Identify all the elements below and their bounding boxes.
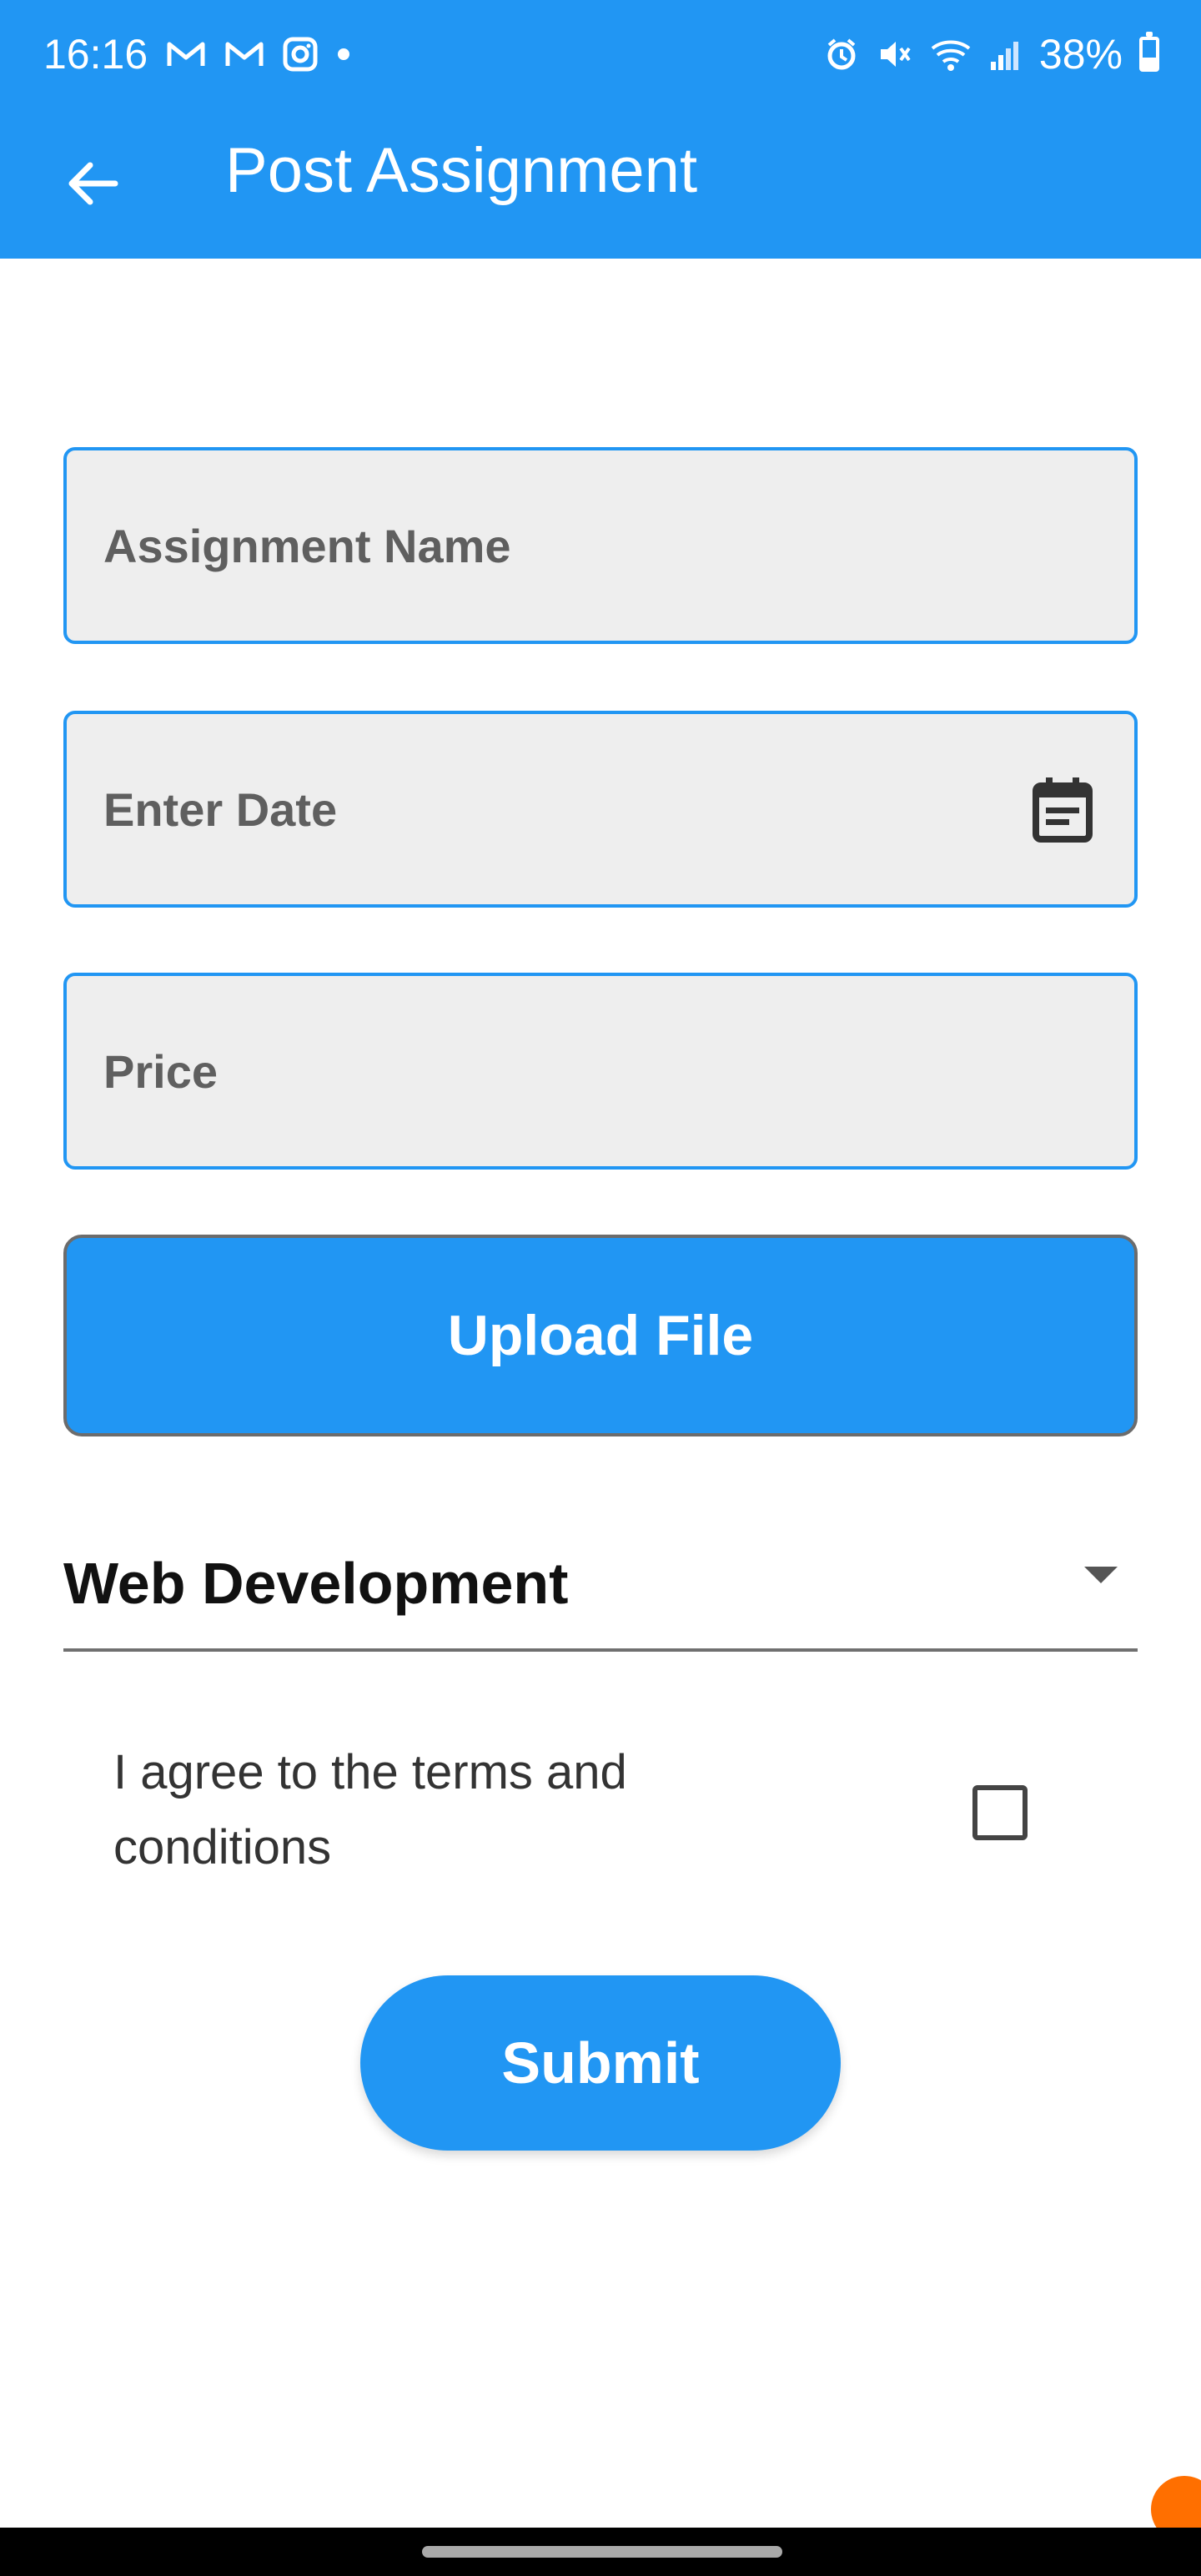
back-button[interactable] [50,142,133,225]
assignment-name-input[interactable] [103,450,1038,641]
clock: 16:16 [43,31,148,78]
signal-icon [989,37,1023,72]
price-field[interactable] [63,973,1138,1170]
alarm-icon [824,37,859,72]
toolbar: Post Assignment [0,108,1201,259]
date-input[interactable] [103,714,1038,904]
status-right: 38% [824,0,1159,108]
page-title: Post Assignment [225,135,698,206]
assignment-name-field[interactable] [63,447,1138,644]
gmail-icon [224,39,264,69]
calendar-icon[interactable] [1033,776,1093,843]
gmail-icon [166,39,206,69]
terms-label: I agree to the terms and conditions [113,1745,627,1874]
category-select[interactable]: Web Development [63,1535,1138,1652]
home-handle[interactable] [422,2546,782,2558]
status-left: 16:16 [43,0,351,108]
chevron-down-icon[interactable] [1084,1567,1118,1583]
instagram-icon [283,37,318,72]
submit-button[interactable]: Submit [360,1975,841,2151]
battery-percent: 38% [1038,31,1123,78]
upload-file-button[interactable]: Upload File [63,1235,1138,1436]
category-selected-value: Web Development [63,1551,569,1616]
arrow-back-icon [68,162,118,205]
terms-checkbox[interactable] [972,1785,1028,1840]
mute-icon [876,37,912,72]
battery-icon [1139,32,1159,72]
price-input[interactable] [103,976,1038,1166]
status-bar: 16:16 38% [0,0,1201,108]
wifi-icon [929,37,972,72]
dot-icon [336,47,351,62]
app-bar: 16:16 38% Post Assignment [0,0,1201,259]
date-field[interactable] [63,711,1138,908]
